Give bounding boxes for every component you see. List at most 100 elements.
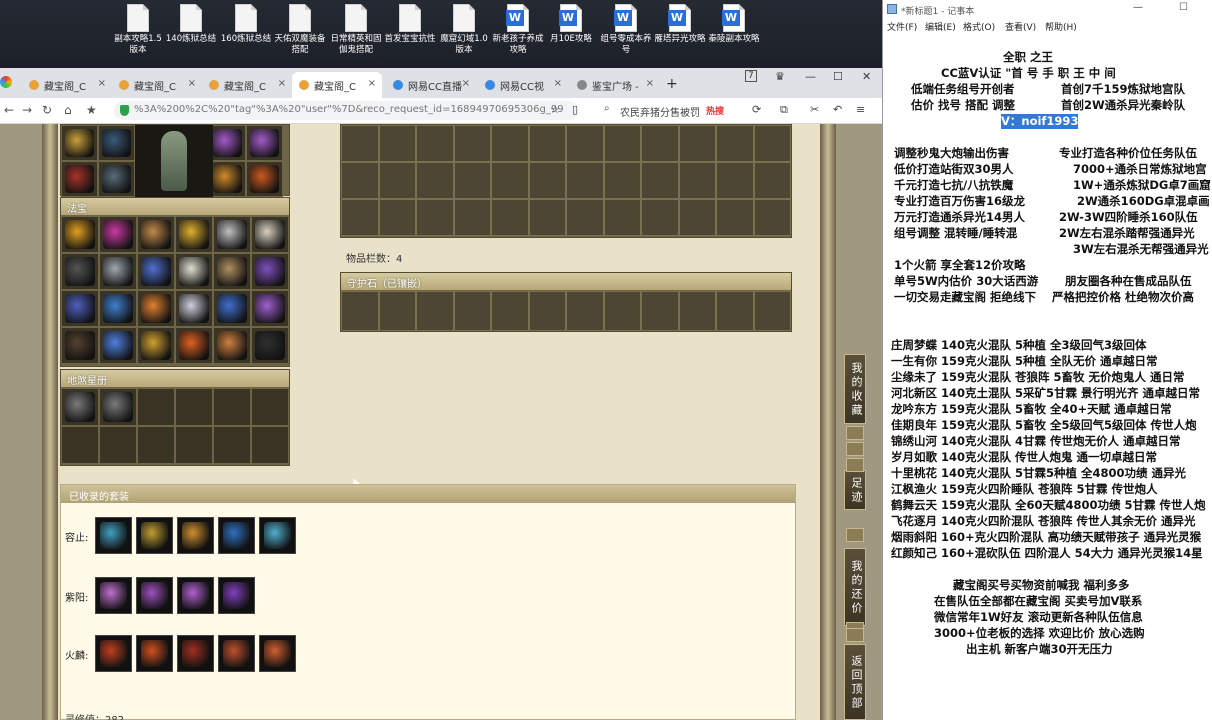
- home-icon[interactable]: ⌂: [64, 103, 72, 117]
- inventory-slot[interactable]: [251, 327, 289, 364]
- inventory-slot[interactable]: [213, 388, 251, 426]
- inventory-slot[interactable]: [61, 426, 99, 464]
- browser-tab[interactable]: 网易CC视 ×: [478, 72, 568, 98]
- inventory-slot[interactable]: [137, 216, 175, 253]
- browser-tab[interactable]: 鉴宝广场 - ×: [570, 72, 660, 98]
- inventory-slot[interactable]: [175, 388, 213, 426]
- desktop-icon[interactable]: 魔窟幻域1.0版本: [436, 2, 492, 56]
- inventory-slot[interactable]: [416, 199, 454, 236]
- inventory-slot[interactable]: [753, 162, 791, 199]
- inventory-slot[interactable]: [175, 253, 213, 290]
- inventory-slot[interactable]: [251, 253, 289, 290]
- inventory-slot[interactable]: [453, 125, 491, 162]
- menu-item[interactable]: 文件(F): [887, 20, 917, 33]
- inventory-slot[interactable]: [603, 291, 641, 331]
- inventory-slot[interactable]: [491, 162, 529, 199]
- inventory-slot[interactable]: [678, 162, 716, 199]
- inventory-slot[interactable]: [416, 291, 454, 331]
- inventory-slot[interactable]: [641, 199, 679, 236]
- inventory-slot[interactable]: [566, 162, 604, 199]
- side-button[interactable]: 我的还价: [844, 548, 866, 626]
- suit-item-slot[interactable]: [177, 517, 214, 554]
- side-button[interactable]: 足迹: [844, 470, 866, 510]
- inventory-slot[interactable]: [603, 199, 641, 236]
- equipment-slot[interactable]: [98, 161, 135, 197]
- desktop-icon[interactable]: 160炼狱总结: [218, 2, 274, 45]
- equipment-slot[interactable]: [209, 161, 246, 197]
- browser-tab[interactable]: 网易CC直播 ×: [386, 72, 476, 98]
- desktop-icon[interactable]: W 新老孩子养成攻略: [490, 2, 546, 56]
- suit-item-slot[interactable]: [136, 517, 173, 554]
- reload-icon[interactable]: ↻: [42, 103, 52, 117]
- inventory-slot[interactable]: [566, 291, 604, 331]
- inventory-slot[interactable]: [753, 291, 791, 331]
- inventory-slot[interactable]: [251, 290, 289, 327]
- suit-item-slot[interactable]: [218, 517, 255, 554]
- suit-item-slot[interactable]: [136, 577, 173, 614]
- undo-icon[interactable]: ↶: [833, 103, 842, 116]
- inventory-slot[interactable]: [341, 199, 379, 236]
- inventory-slot[interactable]: [716, 125, 754, 162]
- desktop-icon[interactable]: 140炼狱总结: [163, 2, 219, 45]
- inventory-slot[interactable]: [641, 125, 679, 162]
- desktop-icon[interactable]: W 秦陵副本攻略: [706, 2, 762, 45]
- inventory-slot[interactable]: [453, 291, 491, 331]
- suit-item-slot[interactable]: [95, 517, 132, 554]
- inventory-slot[interactable]: [678, 199, 716, 236]
- star-icon[interactable]: ☆: [550, 103, 560, 116]
- inventory-slot[interactable]: [528, 291, 566, 331]
- url-field[interactable]: %3A%200%2C%20"tag"%3A%20"user"%7D&reco_r…: [114, 101, 578, 120]
- back-icon[interactable]: ←: [4, 103, 14, 117]
- equipment-slot[interactable]: [209, 125, 246, 161]
- inventory-slot[interactable]: [137, 426, 175, 464]
- inventory-slot[interactable]: [99, 253, 137, 290]
- side-button[interactable]: 返回顶部: [844, 644, 866, 720]
- inventory-slot[interactable]: [416, 125, 454, 162]
- inventory-slot[interactable]: [566, 125, 604, 162]
- inventory-slot[interactable]: [753, 125, 791, 162]
- np-maximize-button[interactable]: ☐: [1179, 2, 1188, 13]
- inventory-slot[interactable]: [251, 388, 289, 426]
- inventory-slot[interactable]: [213, 426, 251, 464]
- equipment-slot[interactable]: [61, 125, 98, 161]
- screenshot-icon[interactable]: ⧉: [780, 103, 788, 117]
- inventory-slot[interactable]: [213, 253, 251, 290]
- close-button[interactable]: ✕: [862, 70, 871, 83]
- inventory-slot[interactable]: [99, 388, 137, 426]
- suit-item-slot[interactable]: [136, 635, 173, 672]
- inventory-slot[interactable]: [137, 388, 175, 426]
- np-minimize-button[interactable]: —: [1133, 2, 1143, 13]
- notepad-text-area[interactable]: 全职 之王 CC蓝V认证 "首 号 手 职 王 中 间 低端任务组号开创者 首创7千…: [883, 34, 1212, 720]
- inventory-slot[interactable]: [213, 290, 251, 327]
- inventory-slot[interactable]: [378, 162, 416, 199]
- menu-item[interactable]: 编辑(E): [925, 20, 956, 33]
- desktop-icon[interactable]: W 月10E攻略: [543, 2, 599, 45]
- inventory-slot[interactable]: [137, 327, 175, 364]
- desktop-icon[interactable]: 首发宝宝抗性: [382, 2, 438, 45]
- suit-item-slot[interactable]: [177, 635, 214, 672]
- inventory-slot[interactable]: [61, 388, 99, 426]
- inventory-slot[interactable]: [491, 199, 529, 236]
- inventory-slot[interactable]: [341, 291, 379, 331]
- inventory-slot[interactable]: [61, 253, 99, 290]
- inventory-slot[interactable]: [175, 426, 213, 464]
- minimize-button[interactable]: —: [805, 70, 816, 83]
- tab-close-icon[interactable]: ×: [646, 78, 654, 89]
- inventory-slot[interactable]: [61, 290, 99, 327]
- inventory-slot[interactable]: [603, 162, 641, 199]
- inventory-slot[interactable]: [678, 291, 716, 331]
- menu-icon[interactable]: ≡: [856, 103, 865, 116]
- tab-count[interactable]: 7: [745, 70, 757, 82]
- inventory-slot[interactable]: [61, 327, 99, 364]
- inventory-slot[interactable]: [175, 216, 213, 253]
- inventory-slot[interactable]: [641, 162, 679, 199]
- tab-close-icon[interactable]: ×: [368, 78, 376, 89]
- suit-item-slot[interactable]: [95, 577, 132, 614]
- forward-icon[interactable]: →: [22, 103, 32, 117]
- maximize-button[interactable]: ☐: [833, 70, 843, 83]
- inventory-slot[interactable]: [678, 125, 716, 162]
- inventory-slot[interactable]: [716, 291, 754, 331]
- inventory-slot[interactable]: [453, 199, 491, 236]
- inventory-slot[interactable]: [137, 290, 175, 327]
- inventory-slot[interactable]: [213, 327, 251, 364]
